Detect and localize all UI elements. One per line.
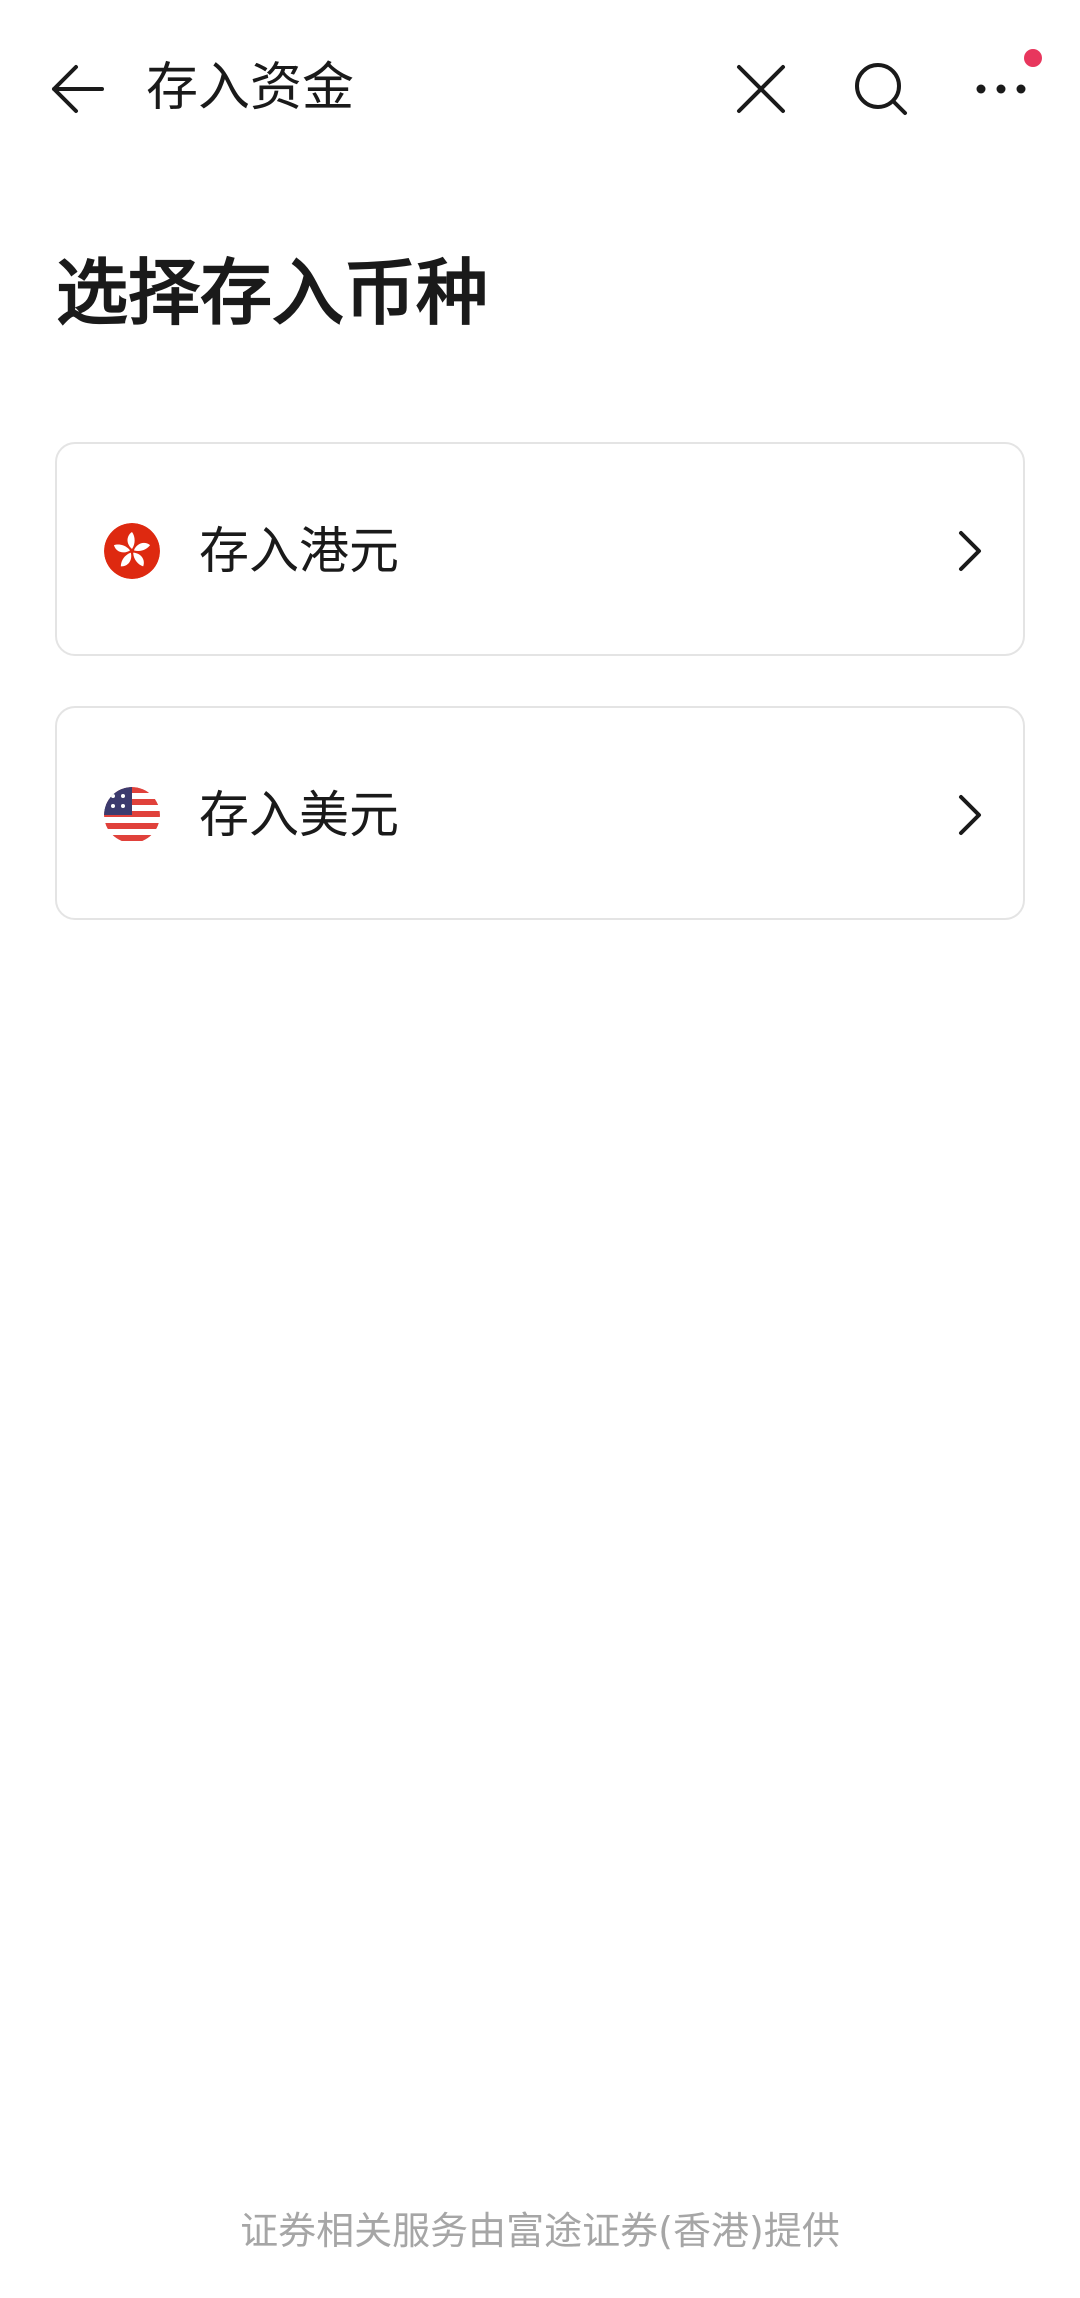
notification-dot (1024, 49, 1042, 67)
chevron-right-icon (937, 783, 1001, 847)
deposit-hkd-label: 存入港元 (199, 522, 399, 580)
arrow-left-icon (52, 65, 104, 113)
deposit-usd-option[interactable]: 存入美元 (55, 706, 1025, 920)
search-icon (855, 63, 907, 115)
deposit-currency-page: 存入资金 选择存入币种 存入港元 存入美元 证券相关服务由富途证券(香港)提供 (0, 0, 1080, 2298)
us-flag-icon (104, 787, 160, 843)
hong-kong-flag-icon (104, 523, 160, 579)
deposit-usd-label: 存入美元 (199, 786, 399, 844)
close-icon (737, 65, 785, 113)
more-dots-icon (976, 84, 1026, 94)
top-navigation-bar: 存入资金 (0, 0, 1080, 178)
deposit-hkd-option[interactable]: 存入港元 (55, 442, 1025, 656)
back-button[interactable] (33, 44, 123, 134)
section-heading: 选择存入币种 (56, 251, 489, 335)
search-button[interactable] (836, 44, 926, 134)
page-title: 存入资金 (146, 58, 355, 118)
service-provider-notice: 证券相关服务由富途证券(香港)提供 (240, 2209, 840, 2253)
chevron-right-icon (937, 519, 1001, 583)
close-button[interactable] (716, 44, 806, 134)
